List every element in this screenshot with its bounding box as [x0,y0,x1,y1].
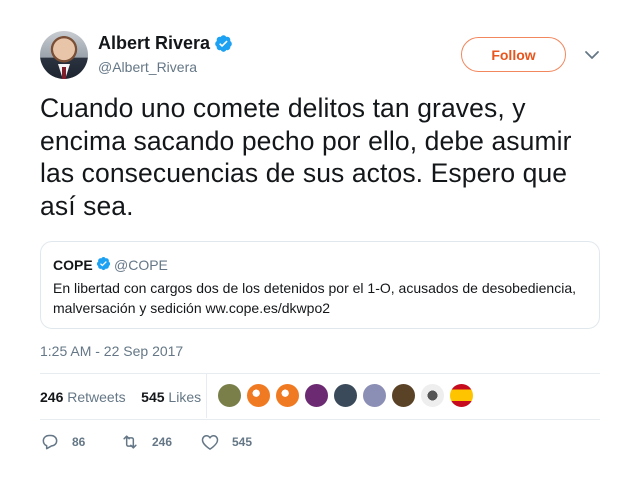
reply-count: 86 [72,435,86,449]
liker-avatar[interactable] [449,383,474,408]
quoted-tweet[interactable]: COPE @COPE En libertad con cargos dos de… [40,241,600,329]
like-count: 545 [232,435,253,449]
reply-button[interactable]: 86 [40,432,85,452]
author-handle[interactable]: @Albert_Rivera [98,59,197,75]
tweet-timestamp[interactable]: 1:25 AM - 22 Sep 2017 [40,343,183,359]
liker-avatar[interactable] [333,383,358,408]
tweet-text: Cuando uno comete delitos tan graves, y … [40,93,572,221]
liker-avatar[interactable] [217,383,242,408]
liker-avatar[interactable] [246,383,271,408]
reply-icon [42,434,58,450]
stats-separator [206,374,207,418]
likes-count[interactable]: 545 [141,389,164,405]
quoted-author-name: COPE [53,257,93,273]
follow-button[interactable]: Follow [461,37,566,72]
quoted-tweet-text: En libertad con cargos dos de los deteni… [53,280,577,316]
retweet-button[interactable]: 246 [120,432,172,452]
liker-avatars [217,383,478,409]
liker-avatar[interactable] [275,383,300,408]
likes-label[interactable]: Likes [168,389,201,405]
avatar-tie [62,67,66,79]
tweet-stats: 246 Retweets 545 Likes [40,389,201,405]
retweets-count[interactable]: 246 [40,389,63,405]
verified-badge-icon [215,35,232,52]
chevron-down-icon[interactable] [584,48,600,62]
author-avatar[interactable] [40,31,88,79]
liker-avatar[interactable] [304,383,329,408]
like-button[interactable]: 545 [200,432,252,452]
verified-badge-icon [96,256,111,271]
retweet-count: 246 [152,435,173,449]
divider [40,373,600,374]
divider [40,419,600,420]
retweet-icon [123,435,137,449]
quoted-author-handle: @COPE [114,257,168,273]
heart-icon [201,435,219,450]
liker-avatar[interactable] [391,383,416,408]
author-name[interactable]: Albert Rivera [98,33,210,54]
liker-avatar[interactable] [362,383,387,408]
retweets-label[interactable]: Retweets [67,389,125,405]
liker-avatar[interactable] [420,383,445,408]
